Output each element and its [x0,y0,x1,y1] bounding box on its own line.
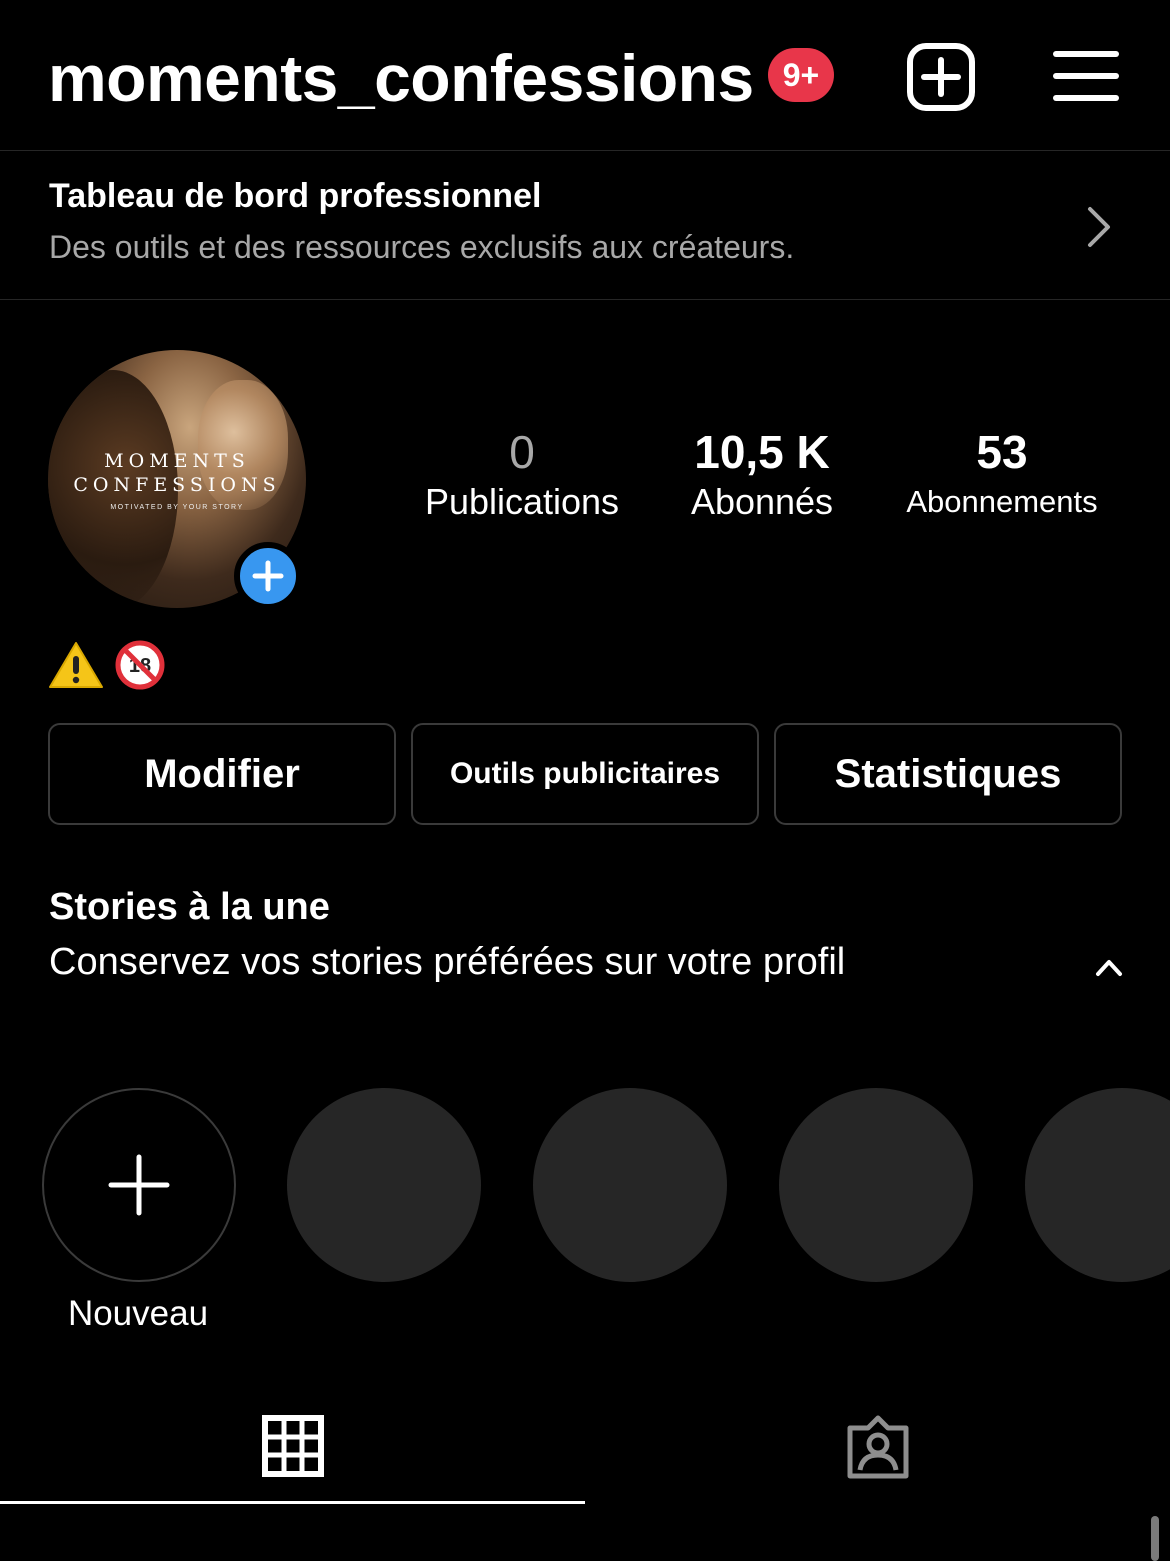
tab-posts-grid[interactable] [0,1390,585,1504]
new-highlight-button[interactable] [42,1088,236,1282]
professional-dashboard-row[interactable]: Tableau de bord professionnel Des outils… [0,150,1170,300]
plus-icon [252,560,284,592]
following-stat[interactable]: 53 Abonnements [886,424,1118,524]
bio: 18 [48,640,166,690]
profile-avatar[interactable]: MOMENTS CONFESSIONS MOTIVATED BY YOUR ST… [48,350,306,610]
profile-screen: moments_confessions 9+ Tableau de bord p… [0,0,1170,1561]
edit-profile-button[interactable]: Modifier [48,723,396,825]
notification-badge[interactable]: 9+ [768,48,834,102]
no-under-18-icon: 18 [115,640,165,690]
hamburger-menu-icon [1053,51,1119,101]
following-label: Abonnements [906,484,1098,519]
warning-icon [49,642,103,688]
dashboard-title: Tableau de bord professionnel [49,177,542,215]
chevron-up-icon[interactable] [1094,956,1124,978]
highlights-subtitle: Conservez vos stories préférées sur votr… [49,941,846,983]
menu-button[interactable] [1052,48,1120,104]
grid-icon [261,1414,324,1477]
highlight-placeholder [287,1088,481,1282]
highlight-placeholder [1025,1088,1170,1282]
followers-label: Abonnés [690,481,834,522]
avatar-logo-tagline: MOTIVATED BY YOUR STORY [110,504,244,511]
scrollbar[interactable] [1151,1516,1159,1561]
followers-count: 10,5 K [694,426,830,478]
insights-button[interactable]: Statistiques [774,723,1122,825]
top-bar: moments_confessions 9+ [0,0,1170,150]
posts-count: 0 [509,426,535,478]
dashboard-subtitle: Des outils et des ressources exclusifs a… [49,229,795,265]
create-button[interactable] [906,42,976,112]
highlight-placeholder [779,1088,973,1282]
avatar-logo-text: MOMENTS [104,450,250,472]
new-highlight-label: Nouveau [67,1294,209,1333]
posts-label: Publications [424,481,620,522]
highlights-title: Stories à la une [49,886,330,928]
account-switcher[interactable]: moments_confessions [48,38,754,118]
posts-stat[interactable]: 0 Publications [410,424,634,524]
tab-tagged[interactable] [585,1390,1170,1504]
highlight-placeholder [533,1088,727,1282]
plus-square-icon [907,43,975,111]
following-count: 53 [976,426,1028,478]
tagged-person-icon [847,1415,908,1479]
add-story-button[interactable] [234,542,302,610]
plus-icon [108,1154,170,1216]
chevron-right-icon [1088,207,1110,247]
ad-tools-button[interactable]: Outils publicitaires [411,723,759,825]
followers-stat[interactable]: 10,5 K Abonnés [666,424,858,524]
avatar-logo-text: CONFESSIONS [73,474,281,496]
